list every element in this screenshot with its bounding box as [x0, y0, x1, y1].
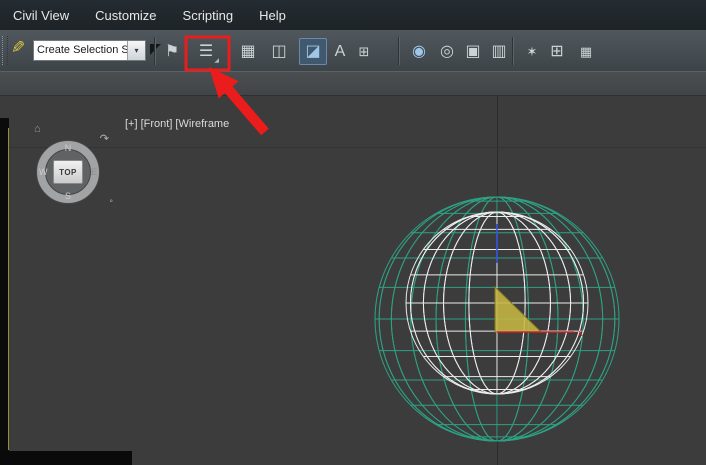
viewcube-north-label[interactable]: N	[65, 143, 72, 153]
menu-civil-view[interactable]: Civil View	[0, 0, 82, 30]
rendered-frame-button[interactable]: ▥	[485, 38, 513, 65]
viewport-canvas[interactable]	[0, 94, 706, 465]
named-selection-set-value: Create Selection Se	[37, 44, 127, 56]
render-iterative-icon: ▦	[579, 44, 593, 59]
mirror-button[interactable]: ⚑	[158, 38, 186, 65]
toolbar-grip[interactable]	[2, 36, 8, 65]
viewport-label[interactable]: [+] [Front] [Wireframe	[125, 118, 229, 130]
render-production-icon: ⊞	[550, 42, 564, 60]
viewcube-east-label[interactable]: E	[91, 167, 97, 177]
viewcube-degree-icon: °	[109, 198, 113, 208]
ribbon-toggle-button[interactable]: ◫	[265, 38, 293, 65]
material-editor-button[interactable]: ◉	[405, 38, 433, 65]
viewcube-south-label[interactable]: S	[65, 191, 71, 201]
grid-line-horizontal	[9, 147, 706, 148]
active-viewport-border	[8, 128, 9, 450]
named-selection-set-dropdown[interactable]: Create Selection Se ▾	[33, 40, 146, 61]
render-flyout-button[interactable]: ✶	[518, 38, 546, 65]
grid-axis-vertical	[497, 94, 498, 465]
edit-named-selections-icon[interactable]: ✎	[11, 38, 25, 58]
ribbon-toggle-icon: ◫	[271, 42, 287, 60]
render-iterative-button[interactable]: ▦	[572, 38, 600, 65]
menu-help[interactable]: Help	[246, 0, 299, 30]
viewcube-home-icon[interactable]: ⌂	[34, 123, 41, 135]
material-editor-icon: ◉	[412, 42, 426, 60]
listener-icon: ⊞	[358, 44, 370, 59]
viewcube-west-label[interactable]: W	[39, 167, 48, 177]
layer-manager-button[interactable]: ☰ ◢	[192, 38, 220, 65]
flyout-corner-icon: ◢	[214, 58, 219, 64]
bottom-viewport-edge	[0, 451, 132, 465]
curve-editor-icon: ◪	[305, 42, 321, 60]
render-setup-button[interactable]: ▣	[459, 38, 487, 65]
curve-editor-button[interactable]: ◪	[299, 38, 327, 65]
render-flyout-icon: ✶	[526, 44, 538, 59]
scene-explorer-button[interactable]: ▦	[234, 38, 262, 65]
menu-scripting[interactable]: Scripting	[170, 0, 247, 30]
toolbar-separator	[398, 37, 400, 65]
scene-explorer-icon: ▦	[240, 42, 256, 60]
render-setup-icon: ▣	[465, 42, 481, 60]
material-map-navigator-icon: ◎	[440, 42, 454, 60]
menu-customize[interactable]: Customize	[82, 0, 169, 30]
listener-button[interactable]: ⊞	[350, 38, 378, 65]
dropdown-arrow-icon[interactable]: ▾	[127, 41, 145, 60]
viewcube-rotate-icon[interactable]: ↷	[100, 132, 109, 145]
layer-manager-icon: ☰	[198, 42, 214, 60]
material-map-navigator-button[interactable]: ◎	[433, 38, 461, 65]
viewcube-compass[interactable]: ⌂ ↷ ° N S W E TOP	[32, 123, 113, 208]
render-production-button[interactable]: ⊞	[543, 38, 571, 65]
rendered-frame-icon: ▥	[491, 42, 507, 60]
mirror-icon: ⚑	[164, 42, 180, 60]
viewcube-top-button[interactable]: TOP	[53, 160, 83, 184]
schematic-view-icon: A	[334, 42, 346, 60]
ribbon-strip	[0, 71, 706, 96]
toolbar-separator	[154, 37, 156, 65]
menu-bar: Civil View Customize Scripting Help	[0, 0, 706, 30]
